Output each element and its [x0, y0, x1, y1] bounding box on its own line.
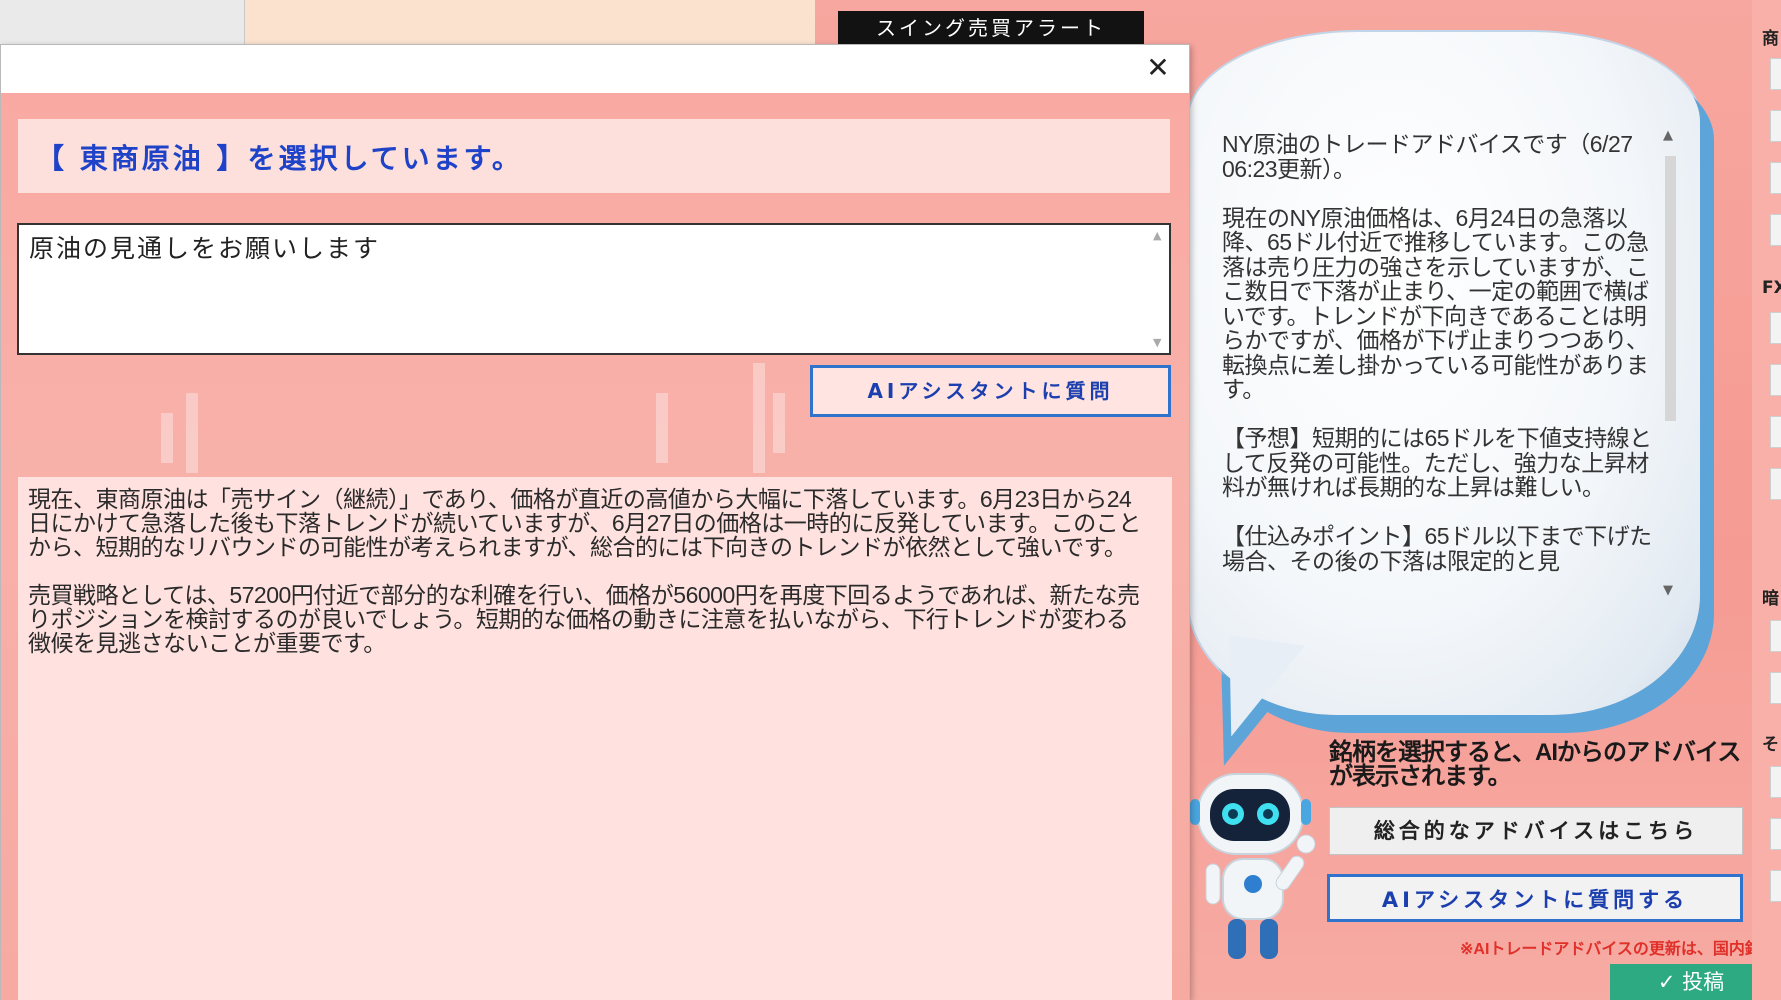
scroll-up-arrow-icon[interactable]: ▲ — [1153, 229, 1161, 242]
robot-caption: 銘柄を選択すると、AIからのアドバイスが表示されます。 — [1329, 739, 1741, 790]
edge-field[interactable] — [1770, 672, 1781, 704]
edge-field[interactable] — [1770, 870, 1781, 902]
decorative-candle — [753, 363, 765, 473]
app-title: スイング売買アラート — [838, 11, 1144, 45]
edge-field[interactable] — [1770, 58, 1781, 90]
decorative-candle — [186, 393, 198, 473]
question-scrollbar[interactable]: ▲ ▼ — [1151, 227, 1167, 351]
top-strip — [245, 0, 815, 44]
checkmark-icon: ✓ — [1657, 970, 1683, 994]
scroll-down-arrow-icon[interactable]: ▼ — [1153, 336, 1161, 349]
post-button[interactable]: ✓ 投稿 — [1610, 964, 1772, 1000]
selected-symbol-text: 【 東商原油 】を選択しています。 — [36, 142, 523, 175]
edge-field[interactable] — [1770, 364, 1781, 396]
decorative-candle — [161, 413, 173, 463]
ai-advice-text: NY原油のトレードアドバイスです（6/27 06:23更新）。 現在のNY原油価… — [1222, 131, 1652, 574]
ai-advice-scrollbox[interactable]: NY原油のトレードアドバイスです（6/27 06:23更新）。 現在のNY原油価… — [1212, 122, 1680, 598]
decorative-candle — [773, 393, 785, 453]
close-icon[interactable]: ✕ — [1141, 51, 1175, 85]
post-button-label: 投稿 — [1682, 970, 1725, 994]
ai-answer-text: 現在、東商原油は「売サイン（継続）」であり、価格が直近の高値から大幅に下落してい… — [28, 486, 1141, 656]
edge-label: 商 — [1762, 29, 1779, 49]
edge-field[interactable] — [1770, 468, 1781, 500]
decorative-candle — [656, 393, 668, 463]
right-edge-panel — [1752, 0, 1781, 1000]
scroll-down-arrow-icon[interactable]: ▼ — [1663, 583, 1673, 598]
scroll-thumb[interactable] — [1665, 156, 1676, 421]
overall-advice-button[interactable]: 総合的なアドバイスはこちら — [1329, 807, 1743, 855]
browser-toolbar-fragment — [0, 0, 245, 44]
dialog-titlebar[interactable]: ✕ — [1, 45, 1189, 93]
update-note: ※AIトレードアドバイスの更新は、国内銘 — [1460, 941, 1761, 958]
edge-field[interactable] — [1770, 766, 1781, 798]
scroll-up-arrow-icon[interactable]: ▲ — [1663, 128, 1673, 143]
edge-field[interactable] — [1770, 312, 1781, 344]
selected-symbol-banner: 【 東商原油 】を選択しています。 — [18, 119, 1170, 193]
edge-label: FX — [1762, 278, 1781, 298]
edge-field[interactable] — [1770, 110, 1781, 142]
edge-field[interactable] — [1770, 818, 1781, 850]
ai-question-dialog: ✕ 【 東商原油 】を選択しています。 原油の見通しをお願いします ▲ ▼ AI… — [0, 44, 1190, 1000]
dialog-body: 【 東商原油 】を選択しています。 原油の見通しをお願いします ▲ ▼ AIアシ… — [1, 93, 1189, 1000]
ask-ai-button[interactable]: AIアシスタントに質問 — [810, 365, 1171, 417]
advice-scrollbar[interactable]: ▲ ▼ — [1660, 128, 1680, 598]
question-input[interactable]: 原油の見通しをお願いします — [17, 223, 1171, 355]
ai-answer-box[interactable]: 現在、東商原油は「売サイン（継続）」であり、価格が直近の高値から大幅に下落してい… — [18, 477, 1172, 1000]
ask-ai-assistant-button[interactable]: AIアシスタントに質問する — [1327, 874, 1743, 922]
edge-field[interactable] — [1770, 162, 1781, 194]
speech-bubble-tail-inner — [1215, 635, 1305, 745]
robot-mascot-icon — [1190, 773, 1316, 959]
edge-field[interactable] — [1770, 416, 1781, 448]
edge-label: そ — [1762, 735, 1779, 755]
edge-label: 暗 — [1762, 589, 1779, 609]
edge-field[interactable] — [1770, 214, 1781, 246]
edge-field[interactable] — [1770, 620, 1781, 652]
